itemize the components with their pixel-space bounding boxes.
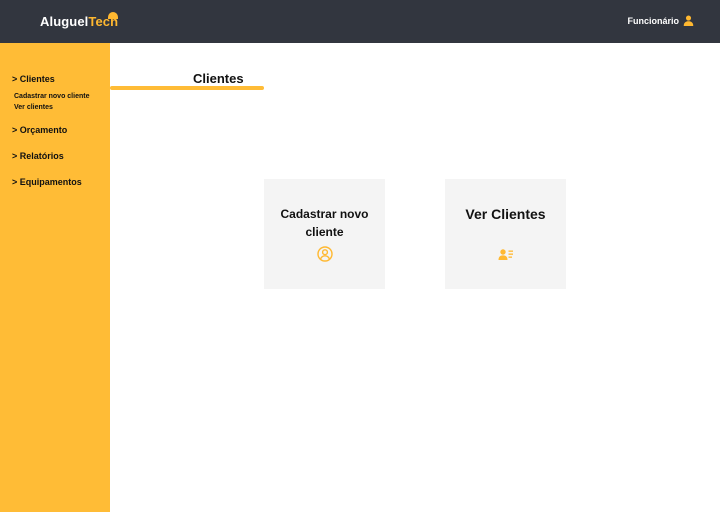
title-underline: [110, 86, 264, 90]
user-icon: [683, 15, 694, 26]
cadastrar-novo-cliente-card[interactable]: Cadastrar novo cliente: [264, 179, 385, 289]
user-list-icon: [498, 249, 513, 260]
app-logo[interactable]: AluguelTech: [40, 14, 118, 29]
logo-text-main: Aluguel: [40, 14, 89, 29]
card-label: Cadastrar novo cliente: [280, 207, 369, 239]
sidebar-item-relatorios[interactable]: > Relatórios: [12, 151, 64, 161]
sidebar-item-clientes[interactable]: > Clientes: [12, 74, 55, 84]
page-title: Clientes: [193, 71, 244, 86]
top-bar: AluguelTech Funcionário: [0, 0, 720, 43]
user-circle-icon: [317, 246, 333, 262]
ver-clientes-card[interactable]: Ver Clientes: [445, 179, 566, 289]
logo-helmet-icon: [108, 12, 118, 19]
sidebar-subitem-cadastrar-novo-cliente[interactable]: Cadastrar novo cliente: [14, 93, 89, 100]
sidebar-item-orcamento[interactable]: > Orçamento: [12, 125, 67, 135]
user-menu[interactable]: Funcionário: [628, 15, 695, 26]
card-label: Ver Clientes: [465, 206, 546, 222]
user-role-label: Funcionário: [627, 15, 680, 26]
sidebar-subitem-ver-clientes[interactable]: Ver clientes: [14, 104, 53, 111]
sidebar: > Clientes Cadastrar novo cliente Ver cl…: [0, 43, 110, 512]
sidebar-item-equipamentos[interactable]: > Equipamentos: [12, 177, 82, 187]
